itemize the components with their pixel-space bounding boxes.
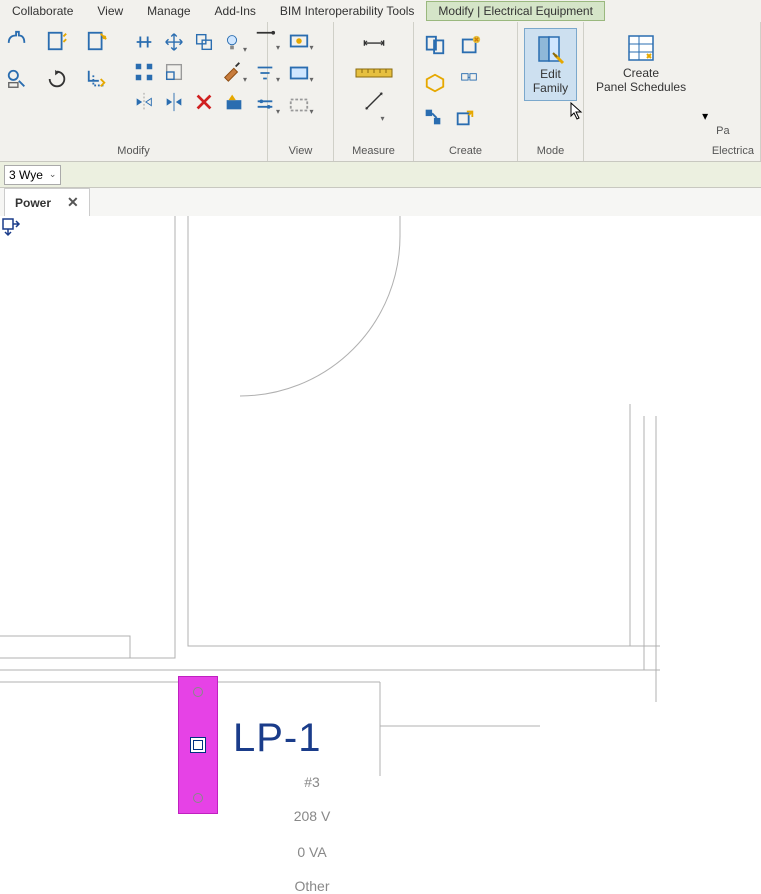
drag-handle-icon[interactable] bbox=[0, 216, 22, 238]
panel-label-modify: Modify bbox=[2, 143, 265, 161]
menu-view[interactable]: View bbox=[85, 1, 135, 21]
pick-new-host-icon[interactable] bbox=[450, 102, 480, 132]
ribbon: ▾ ▾ ▾ ▾ ▾ Modify ▾ ▾ ▾ Vie bbox=[0, 22, 761, 162]
floorplan-lines bbox=[0, 216, 761, 776]
create-assembly-icon[interactable] bbox=[454, 66, 484, 96]
view-tab-title: Power bbox=[15, 196, 51, 210]
mirror-axis-icon[interactable] bbox=[130, 88, 158, 116]
menu-modify-contextual[interactable]: Modify | Electrical Equipment bbox=[426, 1, 605, 21]
activate-icon[interactable] bbox=[4, 66, 30, 92]
panel-tag[interactable]: LP-1 bbox=[233, 716, 322, 761]
type-selector-bar: 3 Wye ⌄ bbox=[0, 162, 761, 188]
menu-manage[interactable]: Manage bbox=[135, 1, 202, 21]
panel-info-circuit: #3 bbox=[282, 774, 342, 790]
aligned-dim-button[interactable] bbox=[355, 28, 393, 58]
load-family-icon[interactable] bbox=[454, 28, 488, 62]
drawing-canvas[interactable]: LP-1 #3 208 V 0 VA Other bbox=[0, 216, 761, 766]
ribbon-panel-measure: ▾ Measure bbox=[334, 22, 414, 161]
ribbon-panel-view: ▾ ▾ ▾ View bbox=[268, 22, 334, 161]
panel-label-measure: Measure bbox=[336, 143, 411, 161]
ribbon-panel-create: Create bbox=[414, 22, 518, 161]
connector-grip-top[interactable] bbox=[193, 687, 203, 697]
panel-info-load: 0 VA bbox=[282, 844, 342, 860]
override-icon[interactable]: ▾ bbox=[288, 60, 314, 86]
hide-icon[interactable]: ▾ bbox=[288, 28, 314, 54]
create-parts-icon[interactable] bbox=[418, 102, 448, 132]
view-tab-bar: Power ✕ bbox=[0, 188, 761, 216]
cut-icon[interactable] bbox=[44, 28, 70, 54]
edit-family-button[interactable]: Edit Family bbox=[524, 28, 577, 101]
move-grip-icon[interactable] bbox=[190, 737, 206, 753]
panel-label-view: View bbox=[270, 143, 331, 161]
distribution-system-select[interactable]: 3 Wye ⌄ bbox=[4, 165, 61, 185]
panel-info-other: Other bbox=[282, 878, 342, 894]
panel-schedules-dropdown-icon[interactable]: ▾ bbox=[702, 109, 708, 123]
temp-hide-icon[interactable]: ▾ bbox=[288, 92, 314, 118]
create-similar-icon[interactable] bbox=[418, 28, 452, 62]
offset-icon[interactable] bbox=[84, 66, 110, 92]
mirror-pick-icon[interactable] bbox=[160, 88, 188, 116]
electrical-panel-equipment[interactable] bbox=[178, 676, 218, 814]
view-tab-power[interactable]: Power ✕ bbox=[4, 188, 90, 216]
connector-grip-bottom[interactable] bbox=[193, 793, 203, 803]
trim-icon[interactable] bbox=[84, 28, 110, 54]
panel-label-mode: Mode bbox=[520, 143, 581, 161]
menu-bim-interop[interactable]: BIM Interoperability Tools bbox=[268, 1, 427, 21]
move-icon[interactable] bbox=[160, 28, 188, 56]
rotate-icon[interactable] bbox=[44, 66, 70, 92]
menu-addins[interactable]: Add-Ins bbox=[203, 1, 268, 21]
menubar: Collaborate View Manage Add-Ins BIM Inte… bbox=[0, 0, 761, 22]
close-icon[interactable]: ✕ bbox=[59, 194, 79, 211]
align-icon[interactable] bbox=[130, 28, 158, 56]
panel-info-voltage: 208 V bbox=[282, 808, 342, 824]
array-icon[interactable] bbox=[130, 58, 158, 86]
scale-icon[interactable] bbox=[160, 58, 188, 86]
cope-icon[interactable] bbox=[4, 28, 30, 54]
menu-collaborate[interactable]: Collaborate bbox=[0, 1, 85, 21]
panel-label-electrical: Electrica bbox=[586, 143, 758, 161]
measure-button[interactable]: ▾ bbox=[361, 88, 387, 128]
ribbon-panel-mode: Edit Family Mode bbox=[518, 22, 584, 161]
create-group-icon[interactable] bbox=[418, 66, 452, 100]
light-icon[interactable]: ▾ bbox=[220, 28, 248, 56]
panel-label-extra: Pa bbox=[716, 125, 729, 137]
copy-icon[interactable] bbox=[190, 28, 218, 56]
panel-label-create: Create bbox=[416, 143, 515, 161]
edit-family-label: Edit Family bbox=[533, 67, 568, 96]
demolish-icon[interactable] bbox=[220, 88, 248, 116]
ribbon-panel-electrical: Create Panel Schedules ▾ Pa Electrica bbox=[584, 22, 761, 161]
blank-icon bbox=[190, 58, 218, 86]
paint-icon[interactable]: ▾ bbox=[220, 58, 248, 86]
chevron-down-icon: ⌄ bbox=[49, 169, 57, 180]
ruler-icon[interactable] bbox=[354, 60, 394, 86]
distribution-system-value: 3 Wye bbox=[9, 168, 43, 182]
create-panel-schedules-label: Create Panel Schedules bbox=[596, 66, 686, 95]
ribbon-panel-modify: ▾ ▾ ▾ ▾ ▾ Modify bbox=[0, 22, 268, 161]
delete-icon[interactable] bbox=[190, 88, 218, 116]
create-panel-schedules-button[interactable]: Create Panel Schedules bbox=[588, 28, 694, 99]
